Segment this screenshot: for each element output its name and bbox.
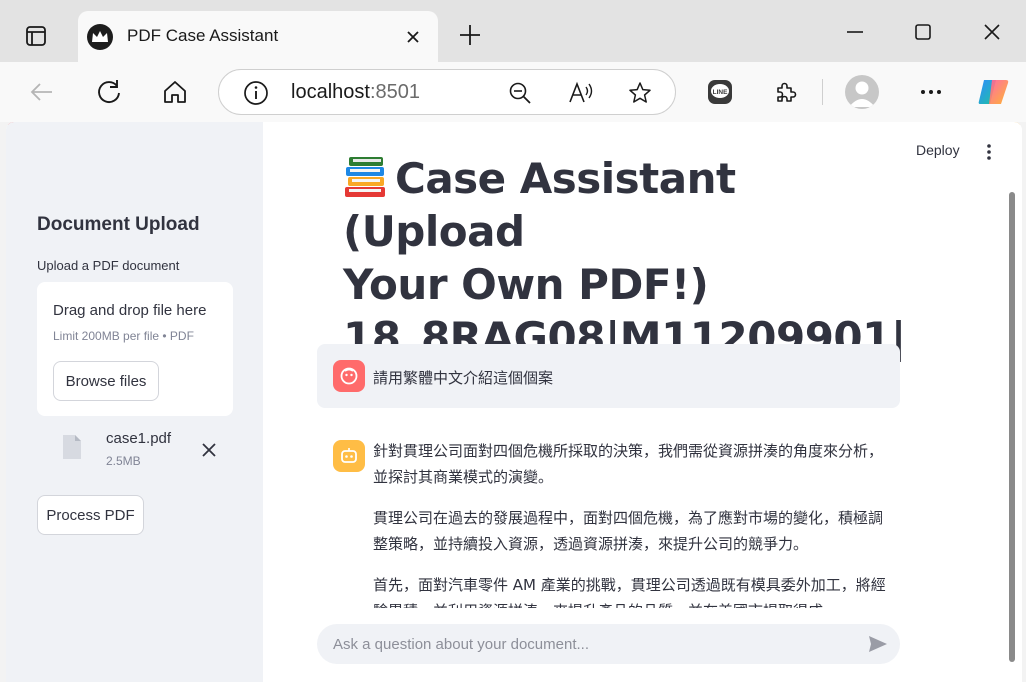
assistant-message: 針對貫理公司面對四個危機所採取的決策，我們需從資源拼湊的角度來分析，並探討其商業…	[317, 426, 900, 608]
read-aloud-icon[interactable]	[568, 81, 593, 105]
user-avatar-icon	[333, 360, 365, 392]
user-message-text: 請用繁體中文介紹這個個案	[373, 369, 554, 387]
remove-file-icon[interactable]	[200, 441, 218, 459]
chat-input[interactable]	[333, 624, 853, 664]
info-icon[interactable]	[243, 80, 269, 106]
assistant-message-body: 針對貫理公司面對四個危機所採取的決策，我們需從資源拼湊的角度來分析，並探討其商業…	[373, 438, 893, 608]
browse-files-button[interactable]: Browse files	[53, 361, 159, 401]
sidebar-title: Document Upload	[37, 214, 200, 235]
kebab-menu-icon[interactable]	[979, 142, 999, 162]
process-pdf-button[interactable]: Process PDF	[37, 495, 144, 535]
user-message: 請用繁體中文介紹這個個案	[317, 344, 900, 408]
assistant-paragraph: 貫理公司在過去的發展過程中，面對四個危機，為了應對市場的變化，積極調整策略，並持…	[373, 509, 884, 553]
minimize-icon[interactable]	[845, 22, 865, 42]
send-icon[interactable]	[867, 634, 889, 654]
close-icon[interactable]	[403, 27, 423, 47]
toolbar-divider	[822, 79, 823, 105]
assistant-paragraph: 針對貫理公司面對四個危機所採取的決策，我們需從資源拼湊的角度來分析，並探討其商業…	[373, 442, 884, 486]
address-bar[interactable]: localhost:8501	[218, 69, 676, 115]
window-close-icon[interactable]	[982, 22, 1002, 42]
title-line-1: Case Assistant (Upload	[343, 154, 736, 256]
uploader-label: Upload a PDF document	[37, 258, 180, 273]
page-viewport: Document Upload Upload a PDF document Dr…	[6, 122, 1022, 682]
crown-favicon	[87, 24, 113, 50]
file-icon	[62, 434, 82, 460]
copilot-icon[interactable]	[976, 74, 1012, 110]
more-icon[interactable]	[917, 78, 945, 106]
file-size: 2.5MB	[106, 454, 141, 468]
dropzone-limit: Limit 200MB per file • PDF	[53, 329, 194, 343]
assistant-paragraph: 首先，面對汽車零件 AM 產業的挑戰，貫理公司透過既有模具委外加工，將經驗累積，…	[373, 576, 886, 608]
svg-text:LINE: LINE	[713, 89, 728, 96]
sidebar: Document Upload Upload a PDF document Dr…	[6, 122, 263, 682]
browser-toolbar: localhost:8501 LINE	[0, 62, 1026, 122]
zoom-out-icon[interactable]	[508, 81, 532, 105]
main-content: Deploy Case Assistant (Upload Your Own P…	[263, 122, 1022, 682]
browser-tab-active[interactable]: PDF Case Assistant	[78, 11, 438, 63]
line-extension-icon[interactable]: LINE	[706, 78, 734, 106]
file-name: case1.pdf	[106, 430, 172, 447]
scrollbar[interactable]	[1009, 192, 1015, 662]
star-icon[interactable]	[628, 81, 652, 105]
plus-icon[interactable]	[457, 22, 483, 48]
home-icon[interactable]	[161, 78, 189, 106]
back-icon[interactable]	[28, 78, 56, 106]
page-title: Case Assistant (Upload Your Own PDF!) 18…	[343, 152, 906, 364]
maximize-icon[interactable]	[913, 22, 933, 42]
file-dropzone[interactable]: Drag and drop file here Limit 200MB per …	[37, 282, 233, 416]
title-line-2: Your Own PDF!)	[343, 260, 709, 309]
browser-tab-strip: PDF Case Assistant	[0, 0, 1026, 63]
deploy-button[interactable]: Deploy	[916, 142, 960, 158]
profile-icon[interactable]	[845, 75, 879, 109]
extensions-icon[interactable]	[772, 78, 800, 106]
dropzone-title: Drag and drop file here	[53, 302, 207, 319]
tab-title: PDF Case Assistant	[127, 26, 279, 45]
uploaded-file: case1.pdf 2.5MB	[37, 426, 233, 478]
reload-icon[interactable]	[95, 78, 123, 106]
tab-actions-icon[interactable]	[22, 22, 50, 50]
assistant-avatar-icon	[333, 440, 365, 472]
books-emoji-icon	[343, 155, 389, 199]
chat-input-container	[317, 624, 900, 664]
url-text: localhost:8501	[291, 81, 420, 103]
